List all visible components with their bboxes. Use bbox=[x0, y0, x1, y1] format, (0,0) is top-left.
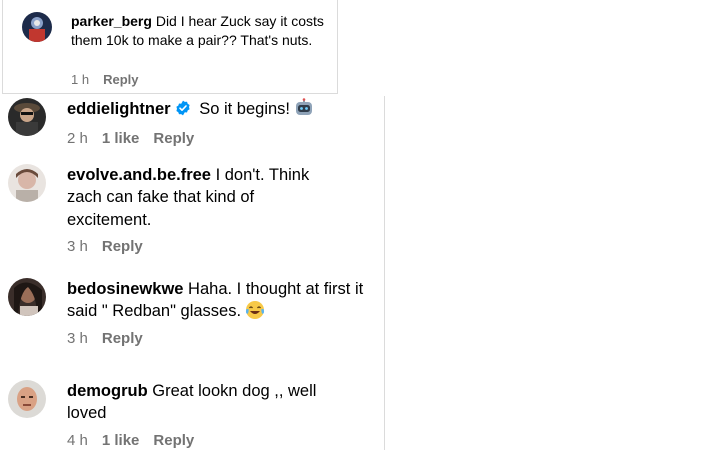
username[interactable]: eddielightner bbox=[67, 100, 171, 118]
comment-meta: 4 h 1 like Reply bbox=[67, 432, 208, 449]
timestamp[interactable]: 3 h bbox=[67, 330, 88, 347]
comment-text-block: parker_berg Did I hear Zuck say it costs… bbox=[71, 12, 331, 50]
username[interactable]: demogrub bbox=[67, 382, 148, 400]
robot-emoji-icon bbox=[294, 98, 314, 124]
comment-text-block: bedosinewkwe Haha. I thought at first it… bbox=[67, 278, 377, 327]
comment-meta: 1 h Reply bbox=[71, 72, 152, 87]
comment-text-block: demogrub Great lookn dog ,, well loved bbox=[67, 380, 337, 425]
avatar[interactable] bbox=[8, 164, 46, 202]
avatar[interactable] bbox=[8, 278, 46, 316]
timestamp[interactable]: 2 h bbox=[67, 130, 88, 147]
comment-body: So it begins! bbox=[199, 100, 290, 118]
avatar[interactable] bbox=[8, 380, 46, 418]
comment-text-block: eddielightner So it begins! bbox=[67, 98, 377, 124]
comment-bedosinewkwe: bedosinewkwe Haha. I thought at first it… bbox=[0, 278, 384, 358]
comment-demogrub: demogrub Great lookn dog ,, well loved 4… bbox=[0, 380, 384, 450]
comment-evolve-and-be-free: evolve.and.be.free I don't. Think zach c… bbox=[0, 162, 384, 262]
avatar[interactable] bbox=[8, 98, 46, 136]
avatar[interactable] bbox=[22, 12, 52, 42]
reply-button[interactable]: Reply bbox=[153, 432, 194, 449]
reply-button[interactable]: Reply bbox=[102, 330, 143, 347]
reply-button[interactable]: Reply bbox=[103, 72, 138, 87]
timestamp[interactable]: 4 h bbox=[67, 432, 88, 449]
previous-comment-panel: parker_berg Did I hear Zuck say it costs… bbox=[0, 0, 338, 94]
timestamp[interactable]: 1 h bbox=[71, 72, 89, 87]
username[interactable]: evolve.and.be.free bbox=[67, 166, 211, 184]
comment-text-block: evolve.and.be.free I don't. Think zach c… bbox=[67, 164, 337, 231]
panel-divider bbox=[384, 96, 385, 450]
username[interactable]: bedosinewkwe bbox=[67, 280, 183, 298]
likes-count[interactable]: 1 like bbox=[102, 130, 140, 147]
username[interactable]: parker_berg bbox=[71, 13, 152, 29]
comment-eddielightner: eddielightner So it begins! 2 h 1 like Rep… bbox=[0, 96, 384, 156]
likes-count[interactable]: 1 like bbox=[102, 432, 140, 449]
comment-meta: 3 h Reply bbox=[67, 330, 157, 347]
comment-meta: 3 h Reply bbox=[67, 238, 157, 255]
tears-of-joy-emoji-icon bbox=[245, 300, 265, 326]
verified-badge-icon bbox=[175, 100, 191, 122]
comment-parker-berg: parker_berg Did I hear Zuck say it costs… bbox=[0, 0, 338, 94]
reply-button[interactable]: Reply bbox=[153, 130, 194, 147]
reply-button[interactable]: Reply bbox=[102, 238, 143, 255]
timestamp[interactable]: 3 h bbox=[67, 238, 88, 255]
comment-meta: 2 h 1 like Reply bbox=[67, 130, 208, 147]
